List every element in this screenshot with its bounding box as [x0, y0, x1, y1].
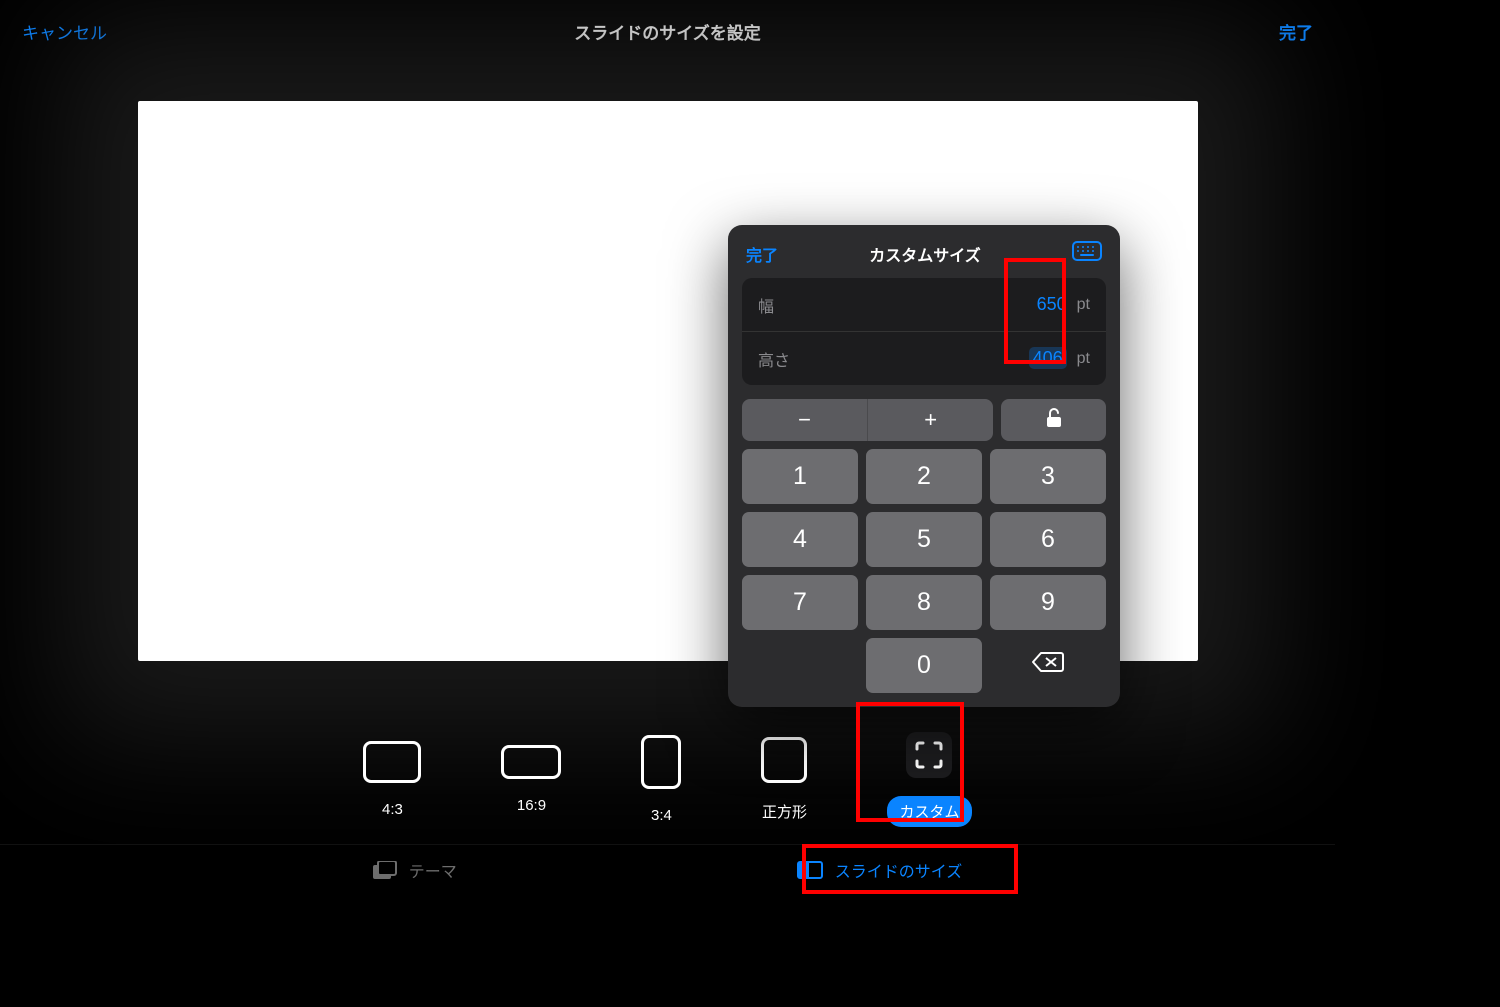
- key-1[interactable]: 1: [742, 449, 858, 504]
- width-unit: pt: [1077, 296, 1090, 314]
- ratio-custom[interactable]: カスタム: [887, 732, 971, 827]
- stepper-minus[interactable]: −: [742, 399, 867, 441]
- dimension-fields: 幅 650 pt 高さ 406 pt: [742, 278, 1106, 385]
- stepper-row: − +: [742, 399, 1106, 441]
- width-value[interactable]: 650: [1037, 294, 1067, 314]
- height-value[interactable]: 406: [1029, 347, 1067, 369]
- numeric-keypad: 1 2 3 4 5 6 7 8 9 0: [742, 449, 1106, 693]
- theme-icon: [373, 861, 397, 879]
- key-3[interactable]: 3: [990, 449, 1106, 504]
- ratio-custom-icon: [906, 732, 952, 778]
- height-field[interactable]: 高さ 406 pt: [742, 331, 1106, 385]
- ratio-16-9-label: 16:9: [517, 797, 546, 814]
- ratio-3-4-icon: [641, 735, 681, 789]
- done-button[interactable]: 完了: [1279, 19, 1313, 44]
- tab-theme[interactable]: テーマ: [373, 858, 457, 882]
- value-stepper: − +: [742, 399, 993, 441]
- top-bar: キャンセル スライドのサイズを設定 完了: [0, 0, 1335, 62]
- popover-header: 完了 カスタムサイズ: [742, 239, 1106, 278]
- ratio-4-3[interactable]: 4:3: [363, 741, 421, 818]
- key-9[interactable]: 9: [990, 575, 1106, 630]
- slide-size-icon: [797, 861, 823, 879]
- key-2[interactable]: 2: [866, 449, 982, 504]
- key-5[interactable]: 5: [866, 512, 982, 567]
- backspace-icon: [1031, 650, 1065, 681]
- stepper-plus[interactable]: +: [867, 399, 993, 441]
- ratio-4-3-label: 4:3: [382, 801, 403, 818]
- lock-open-icon: [1043, 407, 1065, 434]
- ratio-square[interactable]: 正方形: [761, 737, 807, 822]
- width-field[interactable]: 幅 650 pt: [742, 278, 1106, 331]
- key-0[interactable]: 0: [866, 638, 982, 693]
- key-8[interactable]: 8: [866, 575, 982, 630]
- ratio-square-icon: [761, 737, 807, 783]
- width-label: 幅: [758, 293, 774, 317]
- ratio-3-4[interactable]: 3:4: [641, 735, 681, 824]
- key-backspace[interactable]: [990, 638, 1106, 693]
- custom-size-popover: 完了 カスタムサイズ 幅 650 pt: [728, 225, 1120, 707]
- tab-theme-label: テーマ: [409, 858, 457, 882]
- ratio-3-4-label: 3:4: [651, 807, 672, 824]
- page-title: スライドのサイズを設定: [574, 19, 761, 44]
- cancel-button[interactable]: キャンセル: [22, 19, 107, 44]
- ratio-custom-label: カスタム: [887, 796, 971, 827]
- bottom-tab-bar: テーマ スライドのサイズ: [0, 844, 1335, 894]
- height-label: 高さ: [758, 347, 790, 371]
- ratio-16-9[interactable]: 16:9: [501, 745, 561, 814]
- popover-done-button[interactable]: 完了: [746, 242, 778, 266]
- slide-preview-area: [0, 62, 1335, 699]
- ratio-4-3-icon: [363, 741, 421, 783]
- popover-title: カスタムサイズ: [869, 242, 981, 266]
- tab-slide-size[interactable]: スライドのサイズ: [797, 858, 963, 882]
- height-unit: pt: [1077, 350, 1090, 368]
- ratio-square-label: 正方形: [762, 801, 807, 822]
- key-4[interactable]: 4: [742, 512, 858, 567]
- tab-slide-size-label: スライドのサイズ: [835, 858, 963, 882]
- key-7[interactable]: 7: [742, 575, 858, 630]
- aspect-lock-button[interactable]: [1001, 399, 1106, 441]
- key-6[interactable]: 6: [990, 512, 1106, 567]
- aspect-ratio-picker: 4:3 16:9 3:4 正方形 カスタム: [0, 714, 1335, 844]
- ratio-16-9-icon: [501, 745, 561, 779]
- keyboard-icon[interactable]: [1072, 241, 1102, 266]
